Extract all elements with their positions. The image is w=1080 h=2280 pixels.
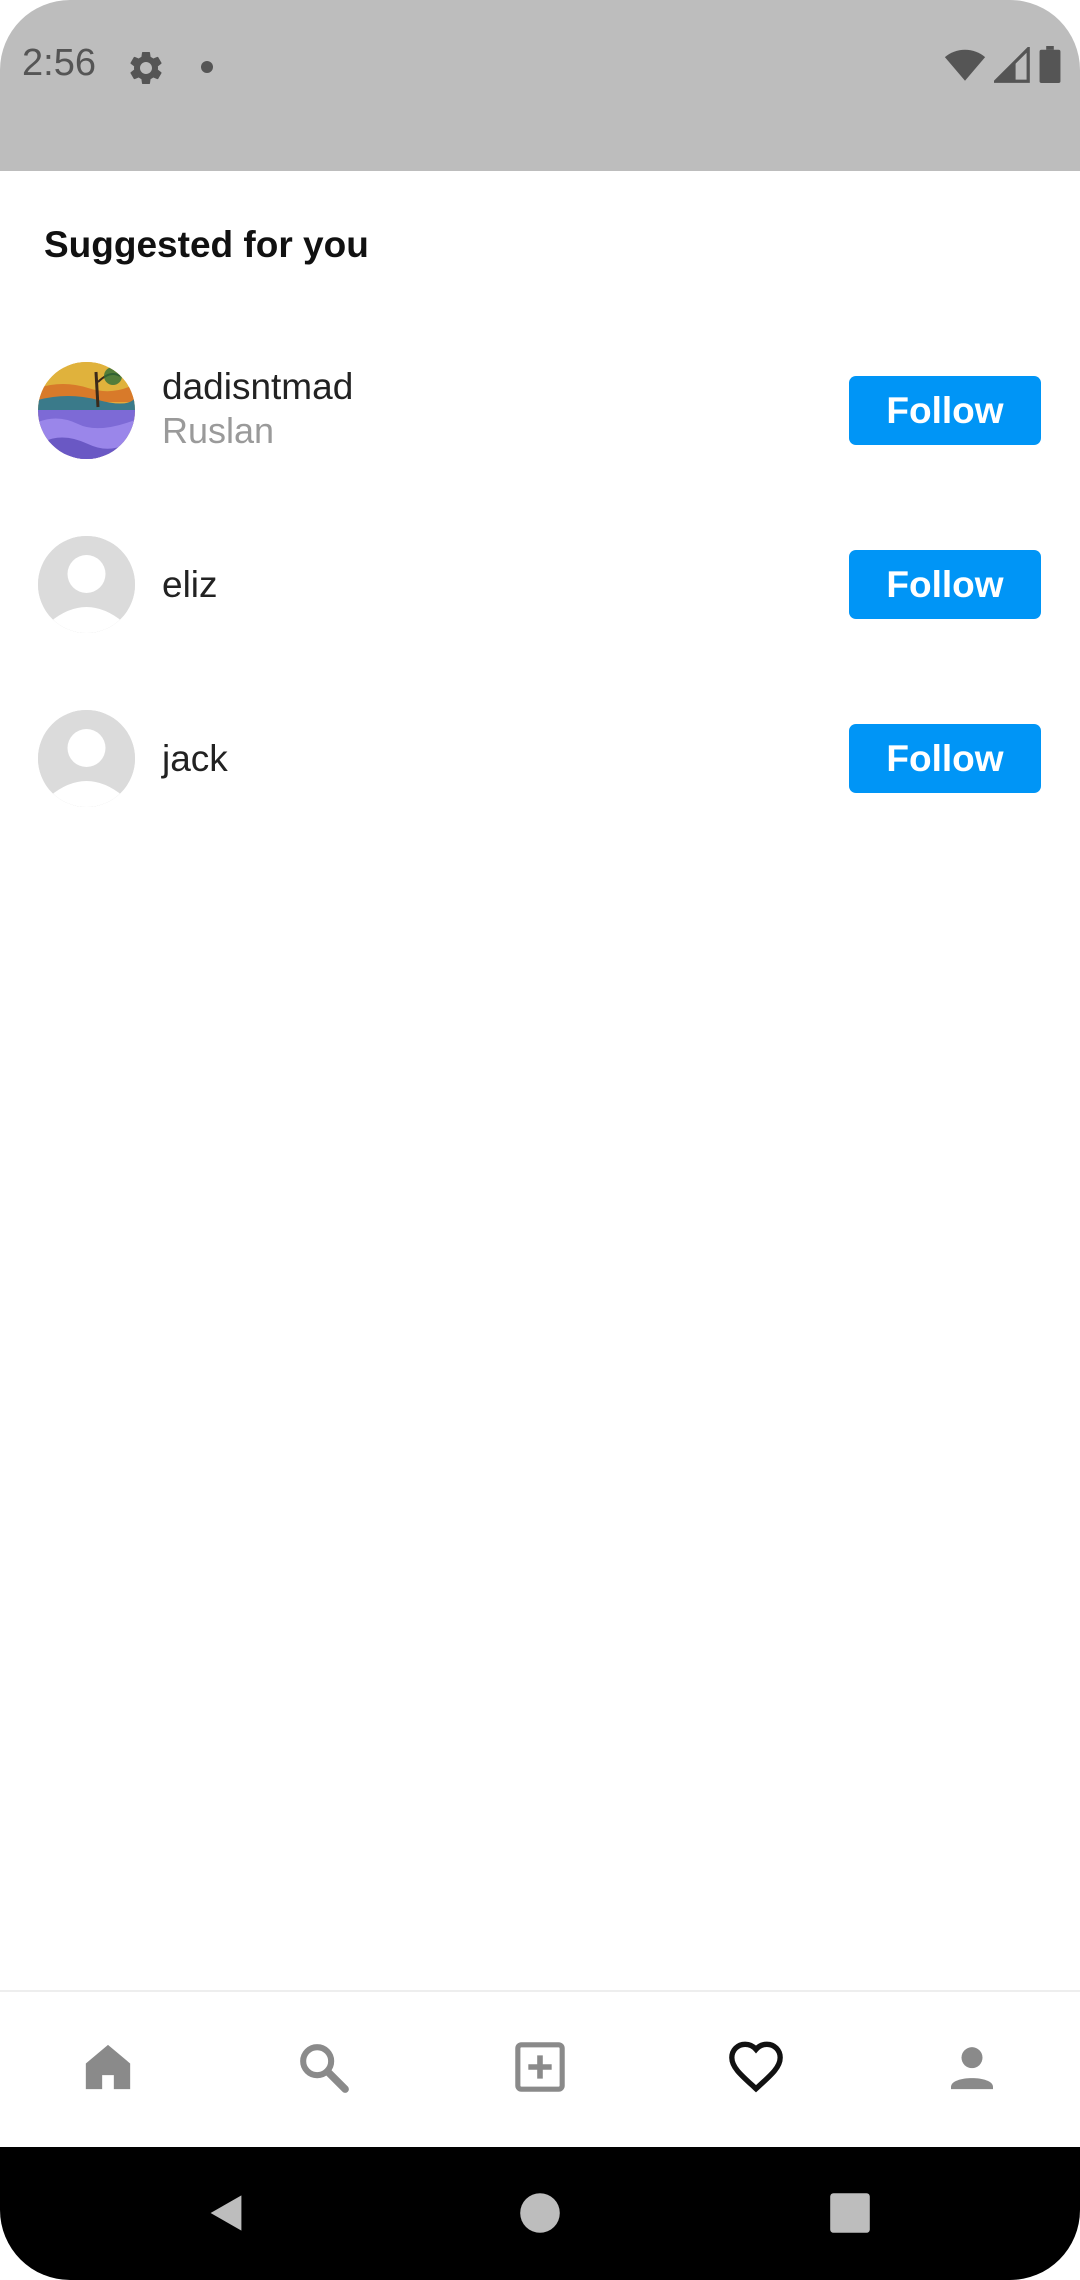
add-post-icon[interactable] bbox=[505, 2032, 575, 2102]
status-bar: 2:56 bbox=[0, 0, 1080, 171]
avatar-placeholder-icon[interactable] bbox=[38, 536, 135, 633]
heart-icon[interactable] bbox=[721, 2032, 791, 2102]
screen: 2:56 Suggested for you dadisntmad Ruslan… bbox=[0, 0, 1080, 2280]
wifi-icon bbox=[944, 47, 986, 88]
avatar-placeholder-icon[interactable] bbox=[38, 710, 135, 807]
back-icon[interactable] bbox=[200, 2187, 252, 2239]
suggested-user-row[interactable]: dadisntmad Ruslan Follow bbox=[0, 352, 1080, 472]
follow-button[interactable]: Follow bbox=[849, 376, 1041, 445]
suggested-user-row[interactable]: eliz Follow bbox=[0, 524, 1080, 644]
status-icons bbox=[944, 44, 1062, 89]
search-icon[interactable] bbox=[288, 2032, 358, 2102]
user-avatar[interactable] bbox=[38, 362, 135, 459]
system-nav bbox=[0, 2147, 1080, 2280]
notification-dot-icon bbox=[201, 61, 213, 73]
username[interactable]: dadisntmad bbox=[162, 366, 353, 408]
user-fullname: Ruslan bbox=[162, 410, 275, 451]
username[interactable]: eliz bbox=[162, 564, 218, 606]
follow-button[interactable]: Follow bbox=[849, 724, 1041, 793]
battery-icon bbox=[1038, 46, 1062, 89]
signal-icon bbox=[991, 44, 1030, 88]
bottom-nav bbox=[0, 1990, 1080, 2149]
home-icon[interactable] bbox=[73, 2032, 143, 2102]
profile-icon[interactable] bbox=[937, 2032, 1007, 2102]
username[interactable]: jack bbox=[162, 738, 228, 780]
suggested-user-row[interactable]: jack Follow bbox=[0, 698, 1080, 818]
gear-icon bbox=[126, 48, 166, 88]
home-circle-icon[interactable] bbox=[514, 2187, 566, 2239]
follow-button[interactable]: Follow bbox=[849, 550, 1041, 619]
status-time: 2:56 bbox=[22, 42, 96, 84]
section-title: Suggested for you bbox=[44, 224, 369, 265]
recents-icon[interactable] bbox=[824, 2187, 876, 2239]
